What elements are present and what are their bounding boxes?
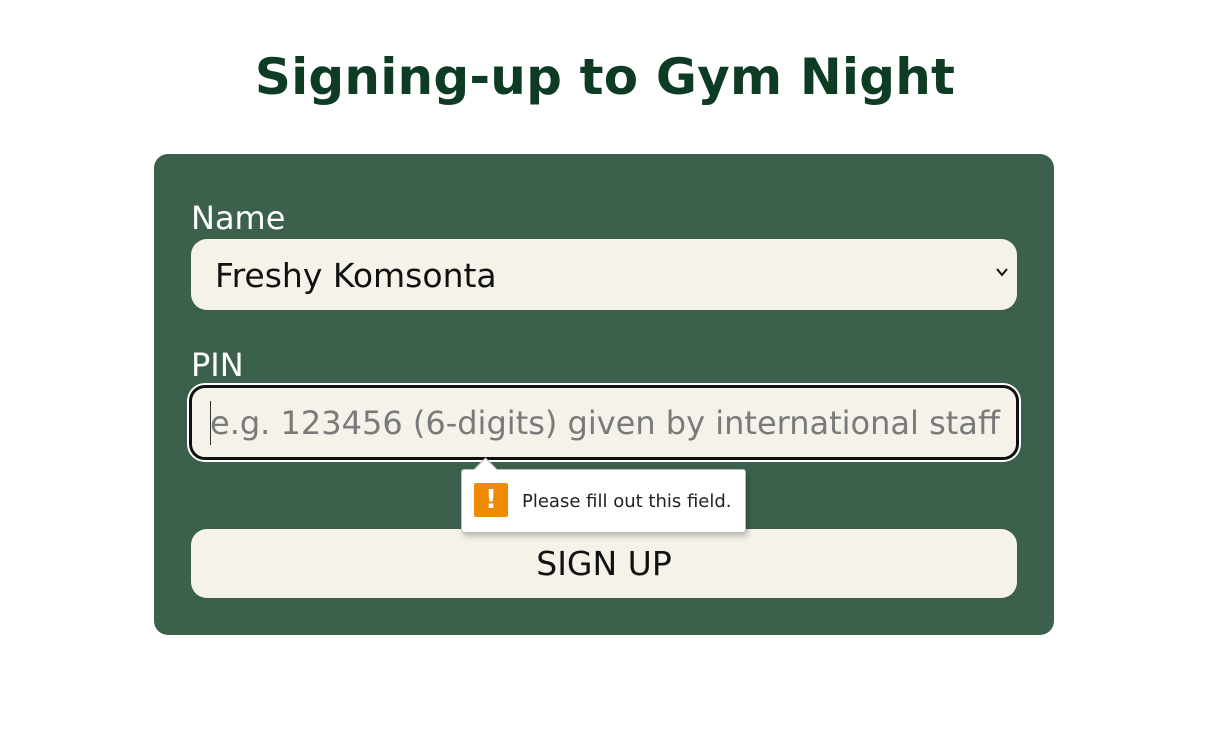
signup-page: Signing-up to Gym Night Name Freshy Koms…: [0, 0, 1210, 756]
signup-form-card: Name Freshy Komsonta PIN e.g. 123456 (6-…: [154, 154, 1054, 635]
name-select[interactable]: Freshy Komsonta: [191, 239, 1017, 310]
pin-label: PIN: [191, 346, 244, 384]
name-label: Name: [191, 199, 286, 237]
validation-message: Please fill out this field.: [522, 491, 732, 512]
page-title: Signing-up to Gym Night: [254, 48, 956, 106]
pin-input[interactable]: e.g. 123456 (6-digits) given by internat…: [189, 385, 1019, 460]
name-select-value: Freshy Komsonta: [215, 256, 497, 295]
chevron-down-icon: [996, 268, 1008, 277]
pin-placeholder: e.g. 123456 (6-digits) given by internat…: [210, 404, 1000, 442]
sign-up-button[interactable]: SIGN UP: [191, 529, 1017, 598]
warning-icon: !: [474, 483, 508, 517]
validation-tooltip: ! Please fill out this field.: [461, 457, 746, 533]
